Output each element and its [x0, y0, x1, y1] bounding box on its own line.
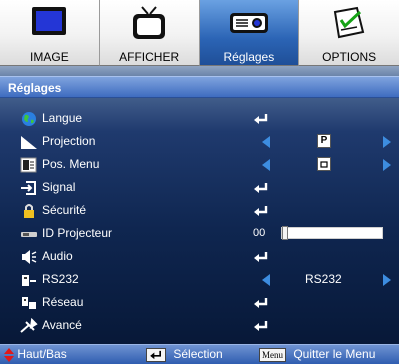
footer-select-label: Sélection	[173, 347, 223, 361]
enter-icon[interactable]	[253, 297, 269, 309]
menu-item-label: Audio	[42, 249, 73, 263]
menu-item-label: ID Projecteur	[42, 226, 113, 240]
menu-item-label: Pos. Menu	[42, 157, 100, 171]
menu-item-label: Sécurité	[42, 203, 87, 217]
enter-icon	[150, 350, 161, 359]
tab-options[interactable]: OPTIONS	[299, 0, 399, 66]
tv-icon	[133, 6, 166, 39]
menu-item-rs232[interactable]: RS232 RS232	[0, 269, 399, 291]
menu-item-pos-menu[interactable]: Pos. Menu	[0, 154, 399, 176]
tab-bar: IMAGE AFFICHER Réglages OPTIONS	[0, 0, 399, 66]
enter-icon[interactable]	[253, 251, 269, 263]
arrow-right-icon[interactable]	[383, 274, 391, 286]
monitor-icon	[32, 7, 67, 35]
menu-position-icon	[20, 157, 37, 173]
globe-icon	[22, 112, 36, 126]
footer-bar: Haut/Bas Sélection Menu Quitter le Menu	[0, 344, 399, 364]
arrow-left-icon[interactable]	[262, 274, 270, 286]
projection-mode-icon: P	[317, 134, 331, 148]
menu-item-label: Projection	[42, 134, 96, 148]
menu-key-icon: Menu	[259, 347, 286, 362]
enter-icon[interactable]	[253, 182, 269, 194]
menu-item-avance[interactable]: Avancé	[0, 315, 399, 337]
center-square-icon	[320, 161, 328, 168]
tab-image[interactable]: IMAGE	[0, 0, 100, 66]
menu-item-signal[interactable]: Signal	[0, 177, 399, 199]
footer-exit-label: Quitter le Menu	[293, 347, 376, 361]
projector-id-value: 00	[253, 227, 266, 239]
section-title: Réglages	[0, 76, 399, 98]
arrow-right-icon[interactable]	[383, 159, 391, 171]
arrow-right-icon[interactable]	[383, 136, 391, 148]
menu-item-reseau[interactable]: Réseau	[0, 292, 399, 314]
footer-navigation-hint: Haut/Bas	[4, 345, 67, 364]
tab-label: IMAGE	[30, 50, 69, 64]
signal-icon	[21, 181, 36, 195]
tab-label: OPTIONS	[322, 50, 377, 64]
enter-icon[interactable]	[253, 320, 269, 332]
footer-select-hint: Sélection	[146, 345, 223, 364]
slider-thumb[interactable]	[282, 226, 288, 240]
up-down-arrow-icon	[4, 347, 14, 362]
menu-item-label: Signal	[42, 180, 76, 194]
menu-item-id-projecteur[interactable]: ID Projecteur 00	[0, 223, 399, 245]
menu-item-label: Langue	[42, 111, 83, 125]
menu-position-value-icon	[317, 157, 331, 171]
arrow-left-icon[interactable]	[262, 136, 270, 148]
menu-item-securite[interactable]: Sécurité	[0, 200, 399, 222]
arrow-left-icon[interactable]	[262, 159, 270, 171]
osd-menu: IMAGE AFFICHER Réglages OPTIONS Réglages…	[0, 0, 399, 364]
options-icon	[333, 6, 365, 39]
projection-icon	[21, 136, 37, 149]
tab-reglages[interactable]: Réglages	[199, 0, 300, 66]
settings-panel: Réglages Langue Projection P Pos. Menu S…	[0, 66, 399, 363]
projector-id-icon	[21, 232, 37, 237]
advanced-icon	[20, 318, 38, 333]
footer-exit-hint: Menu Quitter le Menu	[259, 345, 375, 364]
tab-label: AFFICHER	[119, 50, 180, 64]
enter-key-icon	[146, 347, 166, 362]
enter-icon[interactable]	[253, 205, 269, 217]
menu-item-label: RS232	[42, 272, 79, 286]
projector-icon	[229, 13, 268, 33]
lock-icon	[24, 204, 34, 218]
enter-icon[interactable]	[253, 113, 269, 125]
tab-afficher[interactable]: AFFICHER	[99, 0, 200, 66]
menu-item-label: Avancé	[42, 318, 82, 332]
speaker-icon	[22, 250, 37, 264]
projector-id-slider[interactable]	[281, 226, 383, 240]
menu-item-audio[interactable]: Audio	[0, 246, 399, 268]
rs232-value: RS232	[305, 272, 342, 286]
menu-item-langue[interactable]: Langue	[0, 108, 399, 130]
menu-item-label: Réseau	[42, 295, 84, 309]
footer-nav-label: Haut/Bas	[17, 347, 67, 361]
menu-item-projection[interactable]: Projection P	[0, 131, 399, 153]
tab-label: Réglages	[223, 50, 275, 64]
network-icon	[22, 297, 36, 309]
rs232-icon	[22, 275, 36, 286]
